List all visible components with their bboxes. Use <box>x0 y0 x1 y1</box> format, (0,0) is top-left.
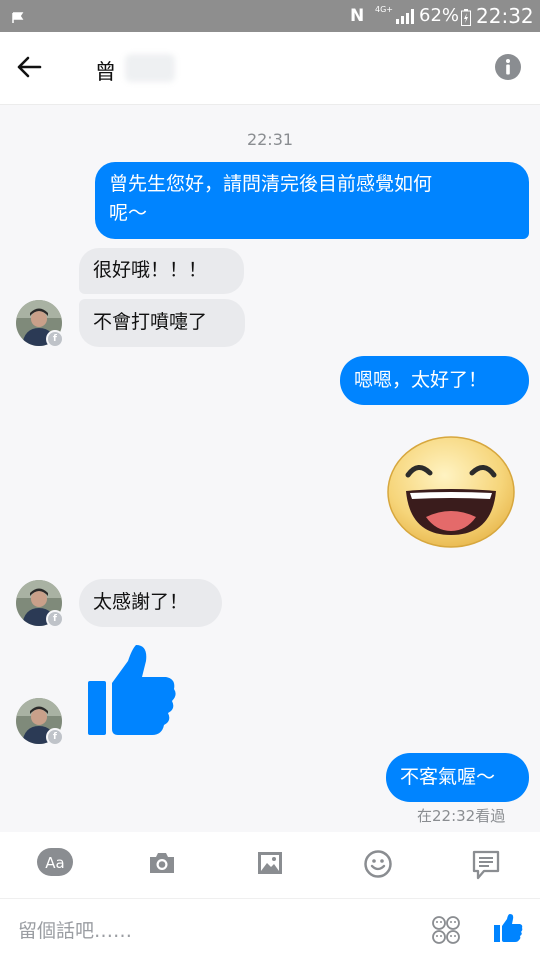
message-text: 不會打噴嚏了 <box>93 311 208 333</box>
thumbs-up-icon[interactable] <box>493 913 523 947</box>
redacted-name <box>125 54 175 82</box>
text-style-label: Aa <box>45 854 64 872</box>
status-clock: 22:32 <box>476 4 534 28</box>
back-arrow-icon[interactable] <box>16 54 42 84</box>
battery-charging-icon <box>461 9 471 30</box>
emoji-icon[interactable] <box>364 850 392 882</box>
thumbs-up-sticker[interactable] <box>86 643 176 737</box>
incoming-message-bubble[interactable]: 不會打噴嚏了 <box>79 299 245 347</box>
seen-receipt: 在22:32看過 <box>417 807 506 825</box>
outgoing-message-bubble[interactable]: 嗯嗯，太好了！ <box>340 356 529 405</box>
battery-percentage: 62% <box>419 5 460 26</box>
incoming-message-bubble[interactable]: 很好哦！！！ <box>79 248 244 294</box>
outgoing-message-bubble[interactable]: 曾先生您好，請問清完後目前感覺如何 呢～ <box>95 162 529 239</box>
status-bar: N 4G+ 62% 22:32 <box>0 0 540 32</box>
info-icon[interactable] <box>494 53 522 85</box>
message-text: 太感謝了！ <box>93 591 189 613</box>
chat-bubble-icon[interactable] <box>472 850 500 884</box>
incoming-message-bubble[interactable]: 太感謝了！ <box>79 579 222 627</box>
conversation-header: 曾 <box>0 32 540 105</box>
conversation-timestamp: 22:31 <box>246 130 294 149</box>
contact-avatar[interactable]: f <box>16 580 64 628</box>
contact-avatar[interactable]: f <box>16 300 64 348</box>
message-text: 很好哦！！！ <box>93 259 208 281</box>
notification-flag-icon <box>12 9 24 28</box>
grinning-face-sticker[interactable] <box>386 435 516 549</box>
image-icon[interactable] <box>257 851 283 879</box>
signal-icon <box>396 9 414 28</box>
message-line: 呢～ <box>109 202 148 224</box>
messenger-badge-icon: f <box>46 610 64 628</box>
contact-name[interactable]: 曾 <box>95 56 116 86</box>
stickers-icon[interactable] <box>431 915 461 949</box>
outgoing-message-bubble[interactable]: 不客氣喔～ <box>386 753 529 802</box>
messenger-badge-icon: f <box>46 728 64 746</box>
nfc-icon: N <box>350 6 365 26</box>
message-line: 曾先生您好，請問清完後目前感覺如何 <box>109 173 433 195</box>
text-style-icon[interactable]: Aa <box>37 848 73 880</box>
contact-avatar[interactable]: f <box>16 698 64 746</box>
network-type-indicator: 4G+ <box>375 5 393 14</box>
message-text: 不客氣喔～ <box>400 766 496 788</box>
composer-toolbar: Aa <box>0 832 540 898</box>
composer-input-row <box>0 898 540 961</box>
message-text: 嗯嗯，太好了！ <box>354 369 488 391</box>
message-input[interactable] <box>16 915 400 947</box>
messenger-badge-icon: f <box>46 330 64 348</box>
camera-icon[interactable] <box>148 851 176 879</box>
